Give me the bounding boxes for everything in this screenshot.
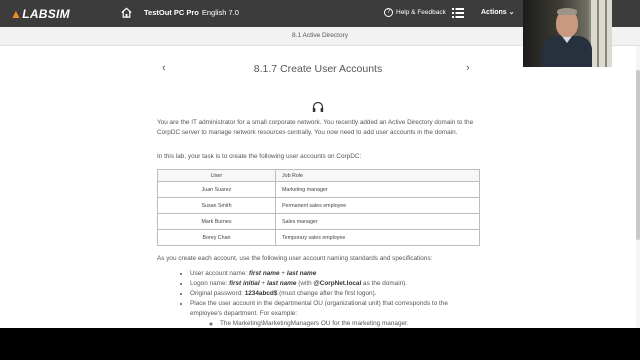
chevron-down-icon: ⌄ — [508, 9, 515, 16]
table-row: Juan Suarez Marketing manager — [157, 181, 480, 198]
job-role-cell: Temporary sales employee — [275, 229, 480, 246]
labsim-logo[interactable]: ▲LABSIM — [10, 7, 70, 21]
help-icon: ? — [384, 8, 393, 17]
column-header-job-role: Job Role — [275, 169, 480, 182]
home-icon[interactable] — [120, 6, 133, 19]
lesson-task: In this lab, your task is to create the … — [157, 153, 362, 160]
help-feedback-button[interactable]: ? Help & Feedback — [384, 8, 446, 17]
requirements-sublist: The Marketing\MarketingManagers OU for t… — [220, 319, 480, 329]
column-header-user: User — [157, 169, 276, 182]
actions-label: Actions — [481, 9, 507, 16]
list-item: Original password: 1234abcd$ (must chang… — [190, 289, 480, 299]
user-accounts-table: User Job Role Juan Suarez Marketing mana… — [157, 169, 480, 246]
chevron-right-icon[interactable]: › — [466, 62, 476, 74]
course-version: English 7.0 — [201, 8, 239, 17]
list-item: User account name: first name + last nam… — [190, 269, 480, 279]
job-role-cell: Permanent sales employee — [275, 197, 480, 214]
job-role-cell: Marketing manager — [275, 181, 480, 198]
scrollbar-thumb[interactable] — [636, 70, 640, 240]
table-row: Susan Smith Permanent sales employee — [157, 197, 480, 214]
list-item: The Marketing\MarketingManagers OU for t… — [220, 319, 480, 329]
naming-standards-intro: As you create each account, use the foll… — [157, 255, 433, 262]
list-item: Place the user account in the department… — [190, 299, 480, 329]
headphones-icon[interactable] — [312, 101, 324, 113]
help-label: Help & Feedback — [396, 9, 446, 16]
user-cell: Borey Chan — [157, 229, 276, 246]
course-title[interactable]: TestOut PC Pro English 7.0 — [144, 8, 239, 17]
user-cell: Susan Smith — [157, 197, 276, 214]
actions-menu-button[interactable]: Actions ⌄ — [481, 8, 515, 16]
user-cell: Mark Burnes — [157, 213, 276, 230]
user-cell: Juan Suarez — [157, 181, 276, 198]
menu-icon[interactable] — [452, 7, 464, 19]
requirements-list: User account name: first name + last nam… — [190, 269, 480, 328]
list-item: Logon name: first initial + last name (w… — [190, 279, 480, 289]
bottom-letterbox — [0, 328, 640, 360]
webcam-overlay — [523, 0, 612, 67]
lesson-intro: You are the IT administrator for a small… — [157, 119, 474, 136]
job-role-cell: Sales manager — [275, 213, 480, 230]
table-row: Mark Burnes Sales manager — [157, 213, 480, 230]
app-window: ▲LABSIM TestOut PC Pro English 7.0 ? Help… — [0, 0, 640, 360]
table-header-row: User Job Role — [157, 169, 480, 182]
table-row: Borey Chan Temporary sales employee — [157, 229, 480, 246]
